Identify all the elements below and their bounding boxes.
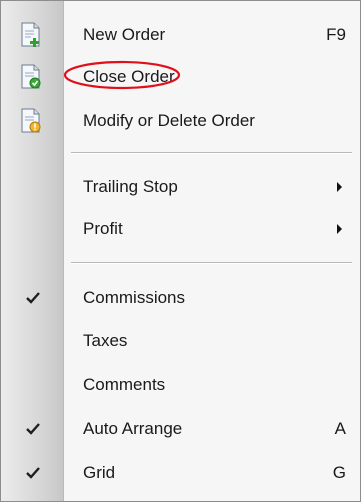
menu-item-label: Auto Arrange (83, 419, 183, 438)
menu-item-profit[interactable]: Profit (1, 207, 360, 251)
menu-item-label: Comments (83, 375, 166, 394)
menu-item-label: Trailing Stop (83, 177, 178, 196)
menu-item-label: Commissions (83, 288, 186, 307)
menu-item-grid[interactable]: Grid G (1, 451, 360, 495)
menu-separator (71, 262, 352, 264)
annotation-circle (63, 60, 181, 90)
modify-order-icon (19, 108, 43, 134)
menu-item-label: New Order (83, 25, 166, 44)
context-menu: New Order F9 Close Order Modify or Delet… (0, 0, 361, 502)
menu-separator (71, 152, 352, 154)
menu-item-modify-order[interactable]: Modify or Delete Order (1, 99, 360, 143)
checkmark-icon (25, 466, 41, 480)
menu-item-label: Profit (83, 219, 123, 238)
menu-item-taxes[interactable]: Taxes (1, 319, 360, 363)
menu-item-trailing-stop[interactable]: Trailing Stop (1, 165, 360, 209)
menu-item-commissions[interactable]: Commissions (1, 276, 360, 320)
menu-item-close-order[interactable]: Close Order (1, 55, 360, 99)
menu-item-auto-arrange[interactable]: Auto Arrange A (1, 407, 360, 451)
checkmark-icon (25, 422, 41, 436)
shortcut-label: A (334, 419, 346, 438)
close-order-icon (19, 64, 43, 90)
submenu-arrow-icon (337, 182, 342, 192)
submenu-arrow-icon (337, 224, 342, 234)
new-order-icon (19, 22, 43, 48)
menu-item-comments[interactable]: Comments (1, 363, 360, 407)
checkmark-icon (25, 291, 41, 305)
menu-item-new-order[interactable]: New Order F9 (1, 13, 360, 57)
menu-item-label: Grid (83, 463, 116, 482)
menu-item-label: Taxes (83, 331, 128, 350)
shortcut-label: F9 (326, 25, 346, 44)
shortcut-label: G (332, 463, 346, 482)
menu-item-label: Modify or Delete Order (83, 111, 255, 130)
